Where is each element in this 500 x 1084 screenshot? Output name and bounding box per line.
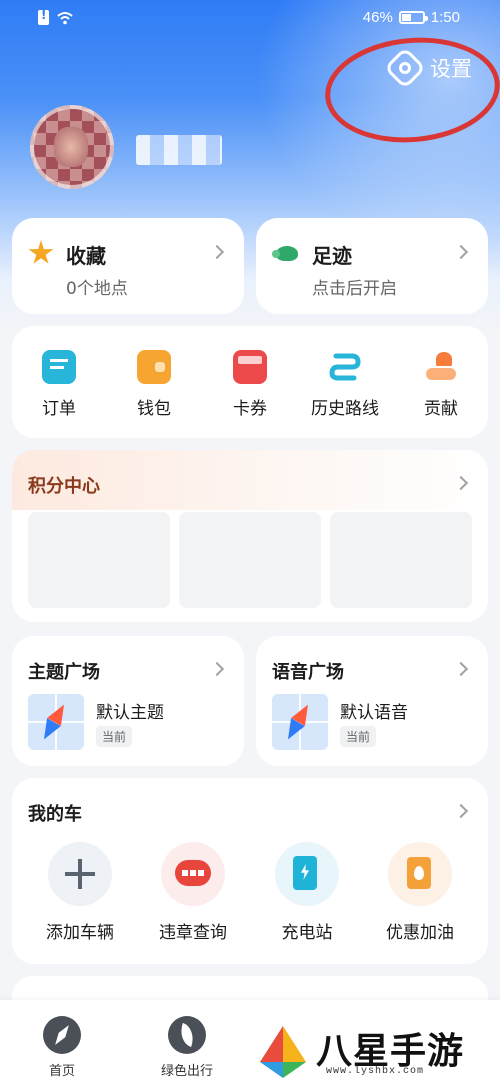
clock: 1:50	[430, 9, 460, 26]
nav-green-travel[interactable]: 绿色出行	[147, 1016, 227, 1079]
settings-label: 设置	[430, 57, 472, 81]
car-item-label: 优惠加油	[386, 923, 454, 943]
voice-square-card[interactable]: 语音广场 默认语音 当前	[256, 636, 488, 766]
charging-station-button[interactable]: 充电站	[252, 842, 362, 943]
menu-label: 钱包	[137, 399, 171, 419]
add-vehicle-button[interactable]: 添加车辆	[25, 842, 135, 943]
compass-icon	[43, 1016, 81, 1054]
contribute-icon	[424, 350, 458, 384]
voice-name: 默认语音	[340, 703, 408, 723]
chevron-right-icon	[209, 661, 225, 677]
chevron-right-icon[interactable]	[453, 803, 469, 819]
footprints-title: 足迹	[312, 244, 352, 268]
menu-item-route-history[interactable]: 历史路线	[300, 350, 390, 419]
fuel-discount-button[interactable]: 优惠加油	[365, 842, 475, 943]
menu-item-order[interactable]: 订单	[14, 350, 104, 419]
turtle-icon	[272, 242, 300, 264]
charging-icon	[275, 842, 339, 906]
voice-square-title: 语音广场	[272, 662, 344, 683]
route-icon	[328, 350, 362, 384]
menu-item-wallet[interactable]: 钱包	[109, 350, 199, 419]
site-watermark: 八星手游网 www.lyshbx.com	[250, 1018, 500, 1084]
settings-button[interactable]: 设置	[383, 46, 472, 90]
car-item-label: 违章查询	[159, 923, 227, 943]
nav-home[interactable]: 首页	[22, 1016, 102, 1079]
points-slot-3[interactable]	[330, 512, 472, 608]
current-badge: 当前	[340, 726, 377, 747]
favorites-title: 收藏	[66, 244, 106, 268]
theme-square-title: 主题广场	[28, 662, 100, 683]
wifi-icon	[57, 11, 73, 24]
menu-item-coupon[interactable]: 卡券	[205, 350, 295, 419]
points-center-title: 积分中心	[28, 476, 100, 497]
wallet-icon	[137, 350, 171, 384]
coupon-icon	[233, 350, 267, 384]
violation-icon	[161, 842, 225, 906]
avatar[interactable]	[30, 105, 114, 189]
current-badge: 当前	[96, 726, 133, 747]
leaf-icon	[168, 1016, 206, 1054]
add-icon	[48, 842, 112, 906]
theme-name: 默认主题	[96, 703, 164, 723]
chevron-right-icon	[209, 244, 225, 260]
points-slot-1[interactable]	[28, 512, 170, 608]
car-item-label: 充电站	[281, 923, 333, 943]
status-bar: 46% 1:50	[0, 0, 500, 38]
chevron-right-icon	[453, 661, 469, 677]
favorites-subtitle: 0个地点	[66, 279, 128, 299]
menu-label: 历史路线	[311, 399, 379, 419]
nav-label: 首页	[48, 1064, 75, 1079]
chevron-right-icon	[453, 244, 469, 260]
star-icon	[28, 240, 54, 264]
battery-icon	[398, 11, 428, 24]
order-icon	[42, 350, 76, 384]
voice-compass-icon	[272, 694, 328, 750]
footprints-subtitle: 点击后开启	[312, 279, 397, 299]
battery-percent: 46%	[362, 9, 393, 26]
watermark-logo-icon	[260, 1026, 306, 1078]
menu-label: 卡券	[233, 399, 267, 419]
footprints-card[interactable]: 足迹 点击后开启	[256, 218, 488, 314]
watermark-url: www.lyshbx.com	[326, 1066, 425, 1077]
car-item-label: 添加车辆	[46, 923, 114, 943]
favorites-card[interactable]: 收藏 0个地点	[12, 218, 244, 314]
points-slot-2[interactable]	[179, 512, 321, 608]
theme-square-card[interactable]: 主题广场 默认主题 当前	[12, 636, 244, 766]
menu-item-contribute[interactable]: 贡献	[396, 350, 486, 419]
nav-label: 绿色出行	[160, 1064, 213, 1079]
sim-alert-icon	[38, 8, 49, 25]
fuel-icon	[388, 842, 452, 906]
my-car-title: 我的车	[28, 804, 82, 825]
violation-query-button[interactable]: 违章查询	[138, 842, 248, 943]
menu-label: 订单	[42, 399, 76, 419]
theme-compass-icon	[28, 694, 84, 750]
settings-icon	[383, 46, 427, 90]
username-blurred[interactable]	[136, 135, 222, 165]
menu-label: 贡献	[424, 399, 458, 419]
